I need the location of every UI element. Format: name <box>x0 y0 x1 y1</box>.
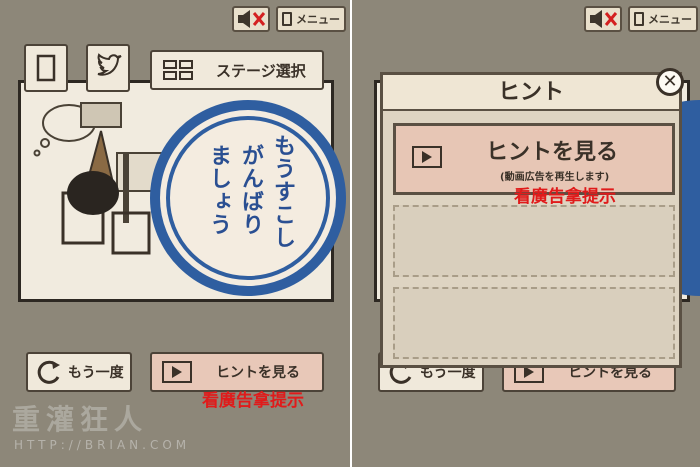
hint-slot-empty <box>393 287 675 359</box>
caption-watch-ad: 看廣告拿提示 <box>202 391 304 411</box>
menu-doc-icon <box>282 12 292 26</box>
hint-dialog: ヒント ヒントを見る (動画広告を再生します) <box>380 72 682 368</box>
watermark-url: HTTP://BRIAN.COM <box>14 438 191 452</box>
play-icon <box>162 361 192 383</box>
replay-icon <box>37 360 60 384</box>
encouragement-line-2: がんばり <box>238 144 264 236</box>
left-screen: メニュー ステージ選択 もうすこし がんばり ましょう もう一度 ヒントを見る … <box>0 0 350 467</box>
watch-hint-title: ヒントを見る <box>486 140 619 165</box>
hint-label: ヒントを見る <box>216 365 300 381</box>
menu-label: メニュー <box>296 13 340 26</box>
grid-icon <box>163 60 193 80</box>
stage-select-button[interactable]: ステージ選択 <box>150 50 324 90</box>
sound-toggle-button[interactable] <box>584 6 622 32</box>
encouragement-line-3: ましょう <box>206 144 232 236</box>
sound-toggle-button[interactable] <box>232 6 270 32</box>
dialog-title: ヒント <box>383 75 679 111</box>
watermark: 重灌狂人 <box>12 403 149 436</box>
retry-button[interactable]: もう一度 <box>26 352 132 392</box>
encouragement-line-1: もうすこし <box>270 134 296 249</box>
play-icon <box>412 146 442 168</box>
top-bar: メニュー <box>352 0 700 40</box>
retry-label: もう一度 <box>68 365 124 381</box>
top-bar: メニュー <box>0 0 350 40</box>
tablet-button[interactable] <box>24 44 68 92</box>
menu-button[interactable]: メニュー <box>628 6 698 32</box>
twitter-icon <box>97 53 122 76</box>
twitter-button[interactable] <box>86 44 130 92</box>
stage-select-label: ステージ選択 <box>216 61 306 80</box>
menu-button[interactable]: メニュー <box>276 6 346 32</box>
right-screen: メニュー もう一度 ヒントを見る ヒント ヒントを見る (動画広告を再生します)… <box>352 0 700 467</box>
menu-label: メニュー <box>648 13 692 26</box>
sound-mute-icon <box>238 10 266 28</box>
hint-slot-empty <box>393 205 675 277</box>
encouragement-badge: もうすこし がんばり ましょう <box>150 100 346 296</box>
menu-doc-icon <box>634 12 644 26</box>
tablet-icon <box>36 54 56 82</box>
caption-watch-ad: 看廣告拿提示 <box>514 187 616 207</box>
close-icon[interactable]: ✕ <box>656 68 684 96</box>
watch-hint-subtitle: (動画広告を再生します) <box>500 172 610 183</box>
sound-mute-icon <box>590 10 618 28</box>
